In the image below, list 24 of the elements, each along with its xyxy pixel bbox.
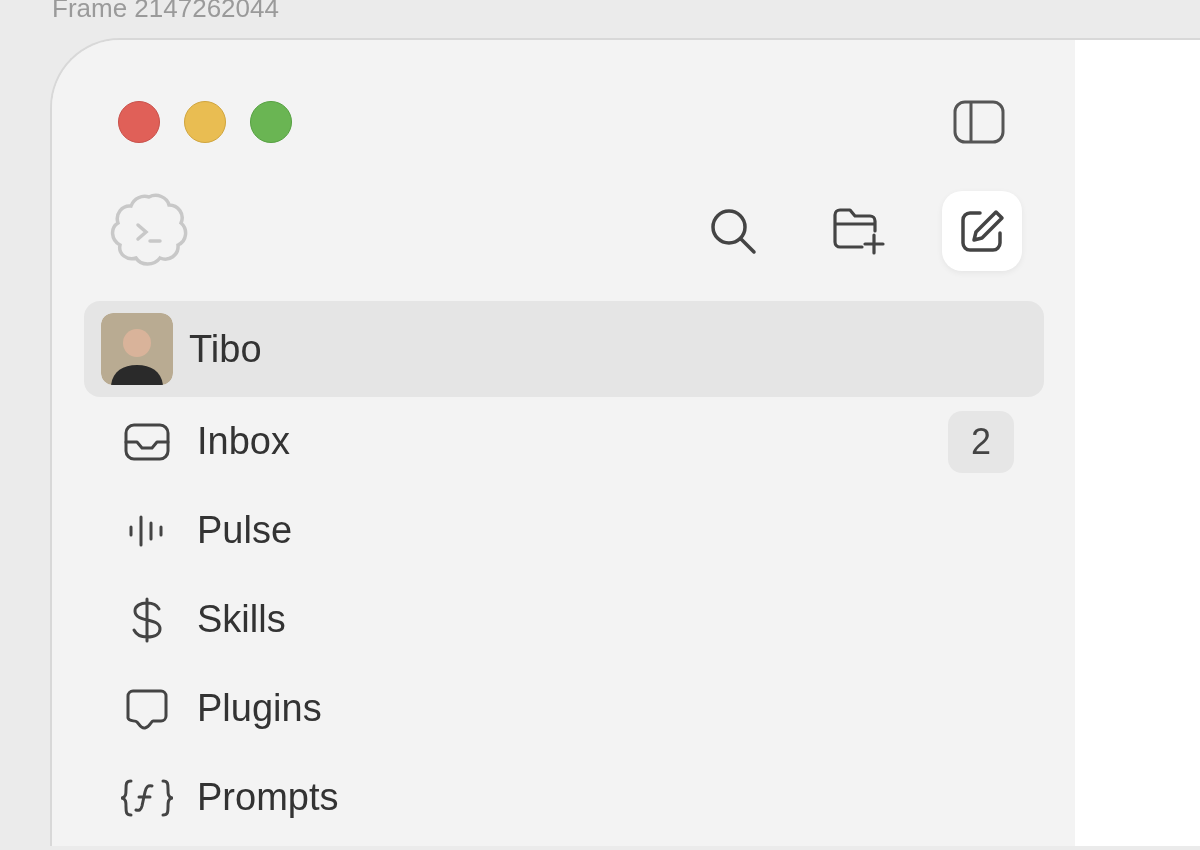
edit-icon (958, 207, 1006, 255)
close-button[interactable] (118, 101, 160, 143)
sidebar-item[interactable]: Prompts (84, 753, 1044, 842)
sidebar-item[interactable]: Inbox 2 (84, 397, 1044, 486)
tray-icon (124, 421, 170, 462)
item-label: Tibo (189, 326, 262, 372)
profile-item[interactable]: Tibo (84, 301, 1044, 397)
sidebar-item[interactable]: Pulse (84, 486, 1044, 575)
unread-count: 2 (948, 410, 1014, 473)
item-label: Prompts (197, 775, 339, 820)
maximize-button[interactable] (250, 101, 292, 143)
sidebar-item[interactable]: Skills (84, 575, 1044, 664)
search-icon[interactable] (708, 206, 758, 256)
dollar-sign-icon (130, 596, 164, 643)
avatar (101, 313, 173, 385)
folder-plus-icon[interactable] (832, 207, 886, 255)
compose-button[interactable] (942, 191, 1022, 271)
item-label: Inbox (197, 419, 290, 464)
sidebar-item[interactable]: Plugins (84, 664, 1044, 753)
item-label: Skills (197, 597, 286, 642)
function-braces-icon (121, 777, 173, 818)
sidebar-toggle-icon[interactable] (953, 100, 1005, 144)
item-label: Plugins (197, 686, 322, 731)
item-label: Pulse (197, 508, 293, 553)
